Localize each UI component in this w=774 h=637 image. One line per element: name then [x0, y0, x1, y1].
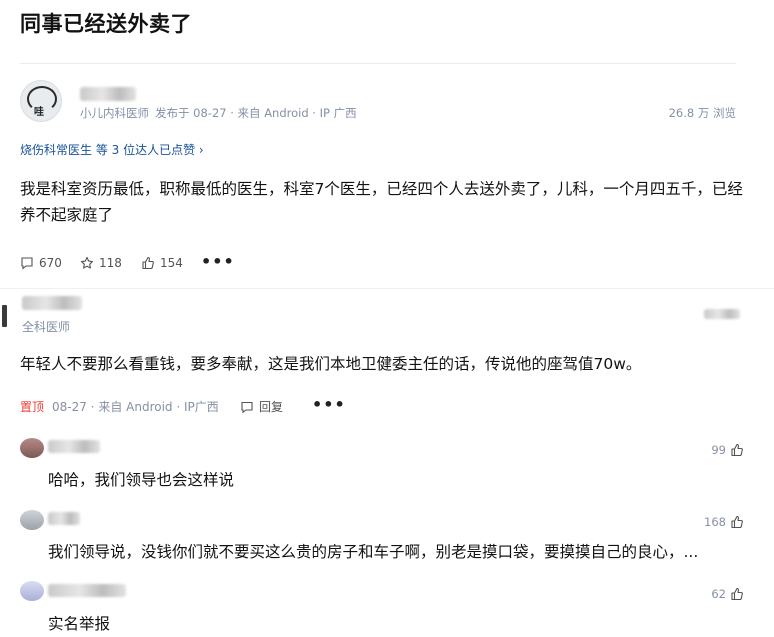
reply-like-button[interactable]: 168	[704, 515, 744, 529]
thumbs-up-icon	[731, 443, 743, 457]
reply-avatar[interactable]	[20, 438, 44, 458]
post-meta: 小儿内科医师 发布于 08-27 · 来自 Android · IP 广西	[80, 105, 357, 121]
comment-more-button[interactable]: •••	[312, 395, 346, 414]
liked-by-text: 烧伤科常医生 等 3 位达人已点赞	[20, 143, 196, 157]
reply-like-button[interactable]: 62	[711, 587, 744, 601]
pinned-badge: 置顶	[20, 400, 45, 414]
favorite-count: 118	[99, 256, 122, 270]
comment-icon	[21, 257, 33, 270]
author-role: 小儿内科医师	[80, 106, 149, 120]
reply-like-count: 99	[711, 443, 726, 457]
comment-publish-info: 08-27 · 来自 Android · IP广西	[52, 400, 219, 414]
publish-info: 发布于 08-27 · 来自 Android · IP 广西	[155, 106, 357, 120]
avatar-badge: 哇	[34, 107, 44, 118]
like-button[interactable]: 154	[141, 256, 183, 270]
reply-author-redacted[interactable]	[48, 512, 80, 525]
favorite-button[interactable]: 118	[80, 256, 122, 270]
reply-author-redacted[interactable]	[48, 584, 126, 597]
reply-avatar[interactable]	[20, 581, 44, 601]
comment-count: 670	[39, 256, 62, 270]
comment-avatar-fragment	[2, 305, 7, 327]
like-count: 154	[160, 256, 183, 270]
author-avatar[interactable]: 哇	[20, 80, 62, 122]
more-options-button[interactable]: •••	[201, 252, 235, 271]
reply-like-count: 168	[704, 515, 726, 529]
section-divider	[0, 288, 774, 289]
reply-like-count: 62	[711, 587, 726, 601]
reply-button[interactable]: 回复	[240, 398, 283, 415]
commenter-role: 全科医师	[22, 320, 71, 334]
view-count: 26.8 万 浏览	[668, 106, 736, 120]
star-icon	[80, 256, 94, 269]
comment-button[interactable]: 670	[20, 256, 62, 270]
thumbs-up-icon	[731, 515, 743, 529]
reply-content: 我们领导说，没钱你们就不要买这么贵的房子和车子啊，别老是摸口袋，要摸摸自己的良心…	[48, 543, 699, 561]
title-divider	[20, 63, 736, 64]
reply-content: 实名举报	[48, 615, 111, 633]
comment-meta: 置顶 08-27 · 来自 Android · IP广西	[20, 398, 219, 415]
comment-content: 年轻人不要那么看重钱，要多奉献，这是我们本地卫健委主任的话，传说他的座驾值70w…	[20, 355, 642, 373]
author-name-redacted[interactable]	[80, 87, 136, 101]
post-content: 我是科室资历最低，职称最低的医生，科室7个医生，已经四个人去送外卖了，儿科，一个…	[20, 180, 743, 224]
commenter-name-redacted[interactable]	[22, 296, 82, 310]
thumbs-up-icon	[731, 587, 743, 601]
reply-icon	[241, 401, 253, 413]
reply-avatar[interactable]	[20, 510, 44, 530]
reply-author-redacted[interactable]	[48, 440, 100, 453]
liked-by-link[interactable]: 烧伤科常医生 等 3 位达人已点赞 ›	[20, 141, 204, 158]
reply-content: 哈哈，我们领导也会这样说	[48, 471, 235, 489]
reply-label: 回复	[259, 400, 284, 414]
reply-like-button[interactable]: 99	[711, 443, 744, 457]
page-title: 同事已经送外卖了	[20, 12, 192, 36]
comment-side-info-redacted	[704, 309, 740, 319]
chevron-right-icon: ›	[198, 143, 204, 157]
thumbs-up-icon	[142, 256, 154, 270]
